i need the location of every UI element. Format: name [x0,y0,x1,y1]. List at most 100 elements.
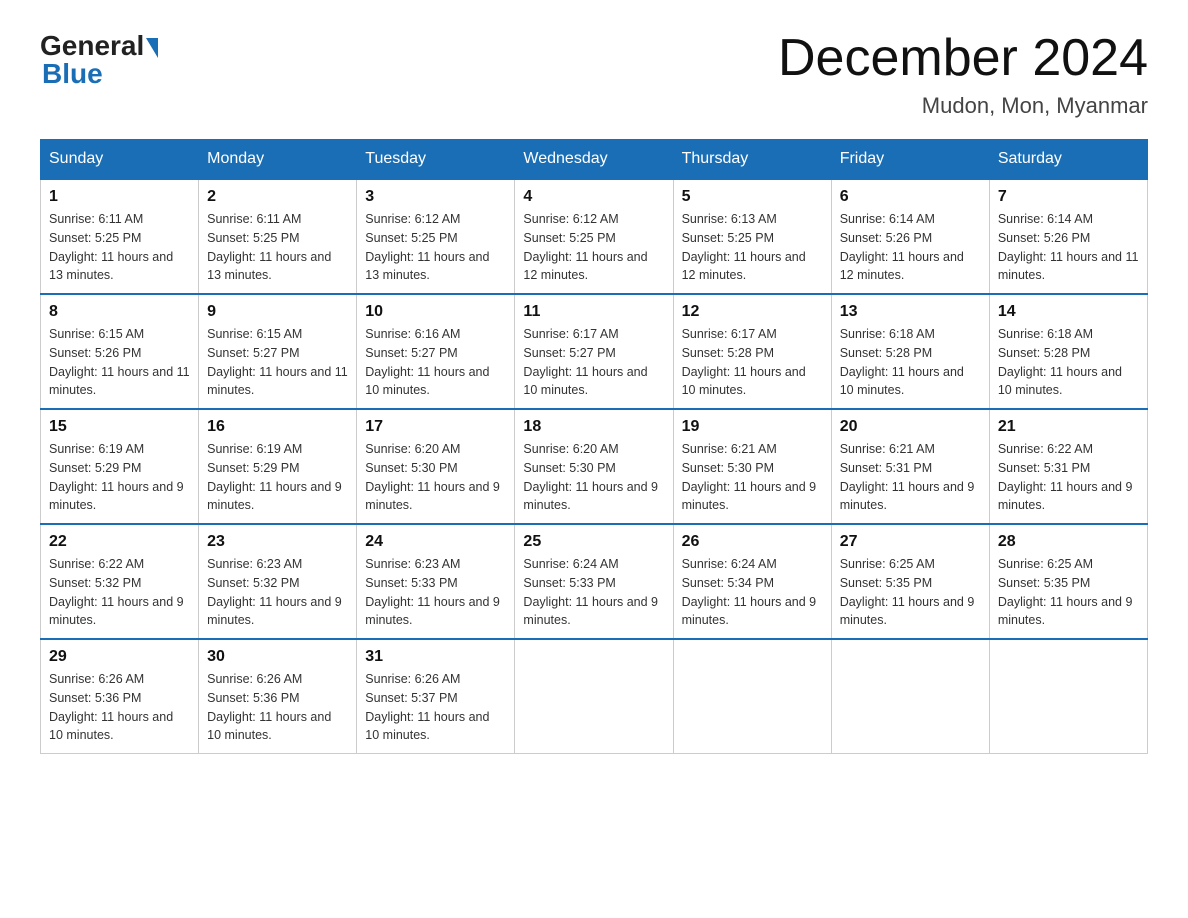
day-info: Sunrise: 6:25 AMSunset: 5:35 PMDaylight:… [998,555,1139,630]
day-number: 25 [523,533,664,551]
day-number: 18 [523,418,664,436]
calendar-header-row: SundayMondayTuesdayWednesdayThursdayFrid… [41,140,1148,180]
month-title: December 2024 [778,30,1148,87]
day-number: 21 [998,418,1139,436]
day-info: Sunrise: 6:20 AMSunset: 5:30 PMDaylight:… [523,440,664,515]
day-info: Sunrise: 6:12 AMSunset: 5:25 PMDaylight:… [365,210,506,285]
calendar-header-wednesday: Wednesday [515,140,673,180]
day-info: Sunrise: 6:17 AMSunset: 5:27 PMDaylight:… [523,325,664,400]
calendar-cell: 6 Sunrise: 6:14 AMSunset: 5:26 PMDayligh… [831,179,989,294]
day-number: 19 [682,418,823,436]
calendar-cell: 27 Sunrise: 6:25 AMSunset: 5:35 PMDaylig… [831,524,989,639]
calendar-cell: 16 Sunrise: 6:19 AMSunset: 5:29 PMDaylig… [199,409,357,524]
calendar-cell: 12 Sunrise: 6:17 AMSunset: 5:28 PMDaylig… [673,294,831,409]
calendar-cell: 30 Sunrise: 6:26 AMSunset: 5:36 PMDaylig… [199,639,357,754]
day-info: Sunrise: 6:16 AMSunset: 5:27 PMDaylight:… [365,325,506,400]
day-info: Sunrise: 6:15 AMSunset: 5:27 PMDaylight:… [207,325,348,400]
location-title: Mudon, Mon, Myanmar [778,93,1148,119]
day-info: Sunrise: 6:26 AMSunset: 5:36 PMDaylight:… [49,670,190,745]
calendar-cell: 10 Sunrise: 6:16 AMSunset: 5:27 PMDaylig… [357,294,515,409]
logo: General Blue [40,30,158,90]
day-info: Sunrise: 6:11 AMSunset: 5:25 PMDaylight:… [207,210,348,285]
calendar-cell: 25 Sunrise: 6:24 AMSunset: 5:33 PMDaylig… [515,524,673,639]
day-info: Sunrise: 6:14 AMSunset: 5:26 PMDaylight:… [840,210,981,285]
calendar-table: SundayMondayTuesdayWednesdayThursdayFrid… [40,139,1148,754]
day-number: 13 [840,303,981,321]
calendar-cell: 11 Sunrise: 6:17 AMSunset: 5:27 PMDaylig… [515,294,673,409]
day-number: 1 [49,188,190,206]
day-info: Sunrise: 6:23 AMSunset: 5:32 PMDaylight:… [207,555,348,630]
calendar-header-friday: Friday [831,140,989,180]
day-info: Sunrise: 6:23 AMSunset: 5:33 PMDaylight:… [365,555,506,630]
calendar-cell: 7 Sunrise: 6:14 AMSunset: 5:26 PMDayligh… [989,179,1147,294]
day-number: 6 [840,188,981,206]
day-number: 8 [49,303,190,321]
calendar-cell: 8 Sunrise: 6:15 AMSunset: 5:26 PMDayligh… [41,294,199,409]
calendar-cell: 1 Sunrise: 6:11 AMSunset: 5:25 PMDayligh… [41,179,199,294]
day-info: Sunrise: 6:13 AMSunset: 5:25 PMDaylight:… [682,210,823,285]
calendar-cell: 13 Sunrise: 6:18 AMSunset: 5:28 PMDaylig… [831,294,989,409]
page-header: General Blue December 2024 Mudon, Mon, M… [40,30,1148,119]
day-number: 26 [682,533,823,551]
day-number: 24 [365,533,506,551]
day-number: 4 [523,188,664,206]
day-number: 22 [49,533,190,551]
day-number: 29 [49,648,190,666]
calendar-cell: 18 Sunrise: 6:20 AMSunset: 5:30 PMDaylig… [515,409,673,524]
day-number: 5 [682,188,823,206]
day-number: 3 [365,188,506,206]
calendar-cell: 29 Sunrise: 6:26 AMSunset: 5:36 PMDaylig… [41,639,199,754]
calendar-cell: 9 Sunrise: 6:15 AMSunset: 5:27 PMDayligh… [199,294,357,409]
day-number: 14 [998,303,1139,321]
day-number: 20 [840,418,981,436]
calendar-cell: 23 Sunrise: 6:23 AMSunset: 5:32 PMDaylig… [199,524,357,639]
day-info: Sunrise: 6:25 AMSunset: 5:35 PMDaylight:… [840,555,981,630]
day-number: 27 [840,533,981,551]
day-info: Sunrise: 6:18 AMSunset: 5:28 PMDaylight:… [840,325,981,400]
logo-blue-text: Blue [42,58,103,90]
calendar-cell: 24 Sunrise: 6:23 AMSunset: 5:33 PMDaylig… [357,524,515,639]
calendar-week-row-1: 1 Sunrise: 6:11 AMSunset: 5:25 PMDayligh… [41,179,1148,294]
calendar-header-sunday: Sunday [41,140,199,180]
calendar-cell: 17 Sunrise: 6:20 AMSunset: 5:30 PMDaylig… [357,409,515,524]
day-number: 11 [523,303,664,321]
calendar-cell [989,639,1147,754]
day-number: 7 [998,188,1139,206]
day-info: Sunrise: 6:11 AMSunset: 5:25 PMDaylight:… [49,210,190,285]
day-number: 15 [49,418,190,436]
calendar-week-row-4: 22 Sunrise: 6:22 AMSunset: 5:32 PMDaylig… [41,524,1148,639]
title-section: December 2024 Mudon, Mon, Myanmar [778,30,1148,119]
day-info: Sunrise: 6:15 AMSunset: 5:26 PMDaylight:… [49,325,190,400]
day-number: 2 [207,188,348,206]
day-number: 16 [207,418,348,436]
calendar-cell: 5 Sunrise: 6:13 AMSunset: 5:25 PMDayligh… [673,179,831,294]
day-info: Sunrise: 6:14 AMSunset: 5:26 PMDaylight:… [998,210,1139,285]
calendar-header-saturday: Saturday [989,140,1147,180]
day-info: Sunrise: 6:21 AMSunset: 5:31 PMDaylight:… [840,440,981,515]
logo-triangle-icon [146,38,158,58]
day-info: Sunrise: 6:26 AMSunset: 5:36 PMDaylight:… [207,670,348,745]
day-info: Sunrise: 6:12 AMSunset: 5:25 PMDaylight:… [523,210,664,285]
day-number: 17 [365,418,506,436]
calendar-cell: 21 Sunrise: 6:22 AMSunset: 5:31 PMDaylig… [989,409,1147,524]
calendar-cell: 3 Sunrise: 6:12 AMSunset: 5:25 PMDayligh… [357,179,515,294]
day-info: Sunrise: 6:17 AMSunset: 5:28 PMDaylight:… [682,325,823,400]
calendar-header-monday: Monday [199,140,357,180]
calendar-week-row-3: 15 Sunrise: 6:19 AMSunset: 5:29 PMDaylig… [41,409,1148,524]
day-number: 10 [365,303,506,321]
day-info: Sunrise: 6:20 AMSunset: 5:30 PMDaylight:… [365,440,506,515]
day-number: 23 [207,533,348,551]
calendar-cell: 14 Sunrise: 6:18 AMSunset: 5:28 PMDaylig… [989,294,1147,409]
day-number: 12 [682,303,823,321]
calendar-cell: 19 Sunrise: 6:21 AMSunset: 5:30 PMDaylig… [673,409,831,524]
day-info: Sunrise: 6:22 AMSunset: 5:31 PMDaylight:… [998,440,1139,515]
calendar-cell [673,639,831,754]
calendar-cell: 31 Sunrise: 6:26 AMSunset: 5:37 PMDaylig… [357,639,515,754]
calendar-cell: 2 Sunrise: 6:11 AMSunset: 5:25 PMDayligh… [199,179,357,294]
calendar-week-row-2: 8 Sunrise: 6:15 AMSunset: 5:26 PMDayligh… [41,294,1148,409]
day-info: Sunrise: 6:18 AMSunset: 5:28 PMDaylight:… [998,325,1139,400]
calendar-cell: 4 Sunrise: 6:12 AMSunset: 5:25 PMDayligh… [515,179,673,294]
calendar-header-tuesday: Tuesday [357,140,515,180]
calendar-cell [515,639,673,754]
day-number: 9 [207,303,348,321]
